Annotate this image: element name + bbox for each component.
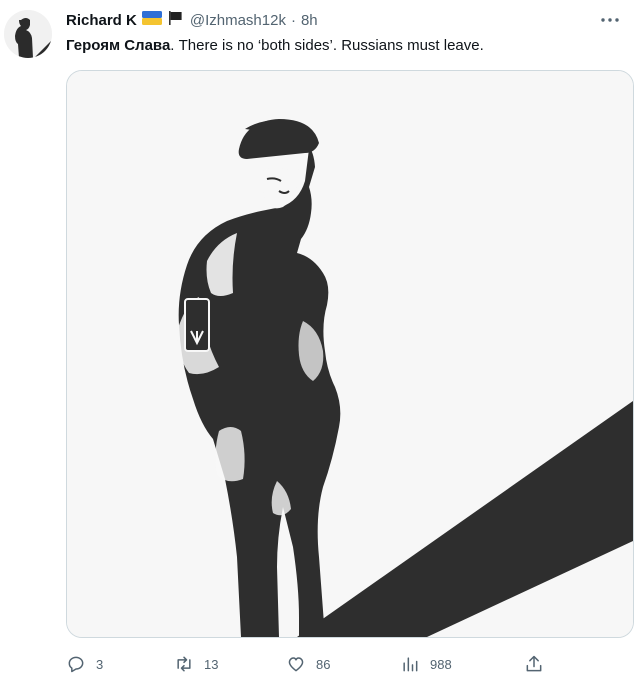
tweet-text-body: . There is no ‘both sides’. Russians mus… (170, 37, 484, 54)
tweet-header: Richard K @Izhmash12k · 8h (66, 10, 318, 30)
tweet-timestamp[interactable]: 8h (301, 12, 318, 29)
black-flag-icon (167, 10, 185, 30)
heart-icon (288, 657, 304, 672)
share-icon (526, 655, 542, 672)
repost-count: 13 (204, 656, 219, 672)
views-button[interactable]: 988 (400, 652, 452, 676)
avatar[interactable] (4, 10, 52, 58)
author-handle[interactable]: @Izhmash12k (190, 12, 286, 29)
separator-dot: · (290, 11, 296, 29)
ukraine-flag-icon (141, 11, 162, 29)
tweet-media[interactable] (66, 70, 634, 638)
repost-button[interactable]: 13 (174, 652, 218, 676)
soldier-illustration (67, 71, 633, 637)
author-name[interactable]: Richard K (66, 12, 137, 29)
like-count: 86 (316, 656, 331, 672)
view-count: 988 (430, 656, 452, 672)
views-icon (403, 657, 418, 672)
reply-count: 3 (96, 656, 104, 672)
repost-icon (177, 656, 191, 672)
reply-button[interactable]: 3 (66, 652, 103, 676)
tweet-text: Героям Слава. There is no ‘both sides’. … (66, 36, 484, 56)
reply-icon (68, 656, 84, 673)
more-options-icon[interactable] (599, 12, 621, 28)
tweet-actions: 3 13 86 988 (66, 652, 546, 676)
tweet-text-bold: Героям Слава (66, 37, 171, 54)
share-button[interactable] (524, 652, 544, 676)
avatar-image (4, 10, 52, 58)
like-button[interactable]: 86 (286, 652, 330, 676)
